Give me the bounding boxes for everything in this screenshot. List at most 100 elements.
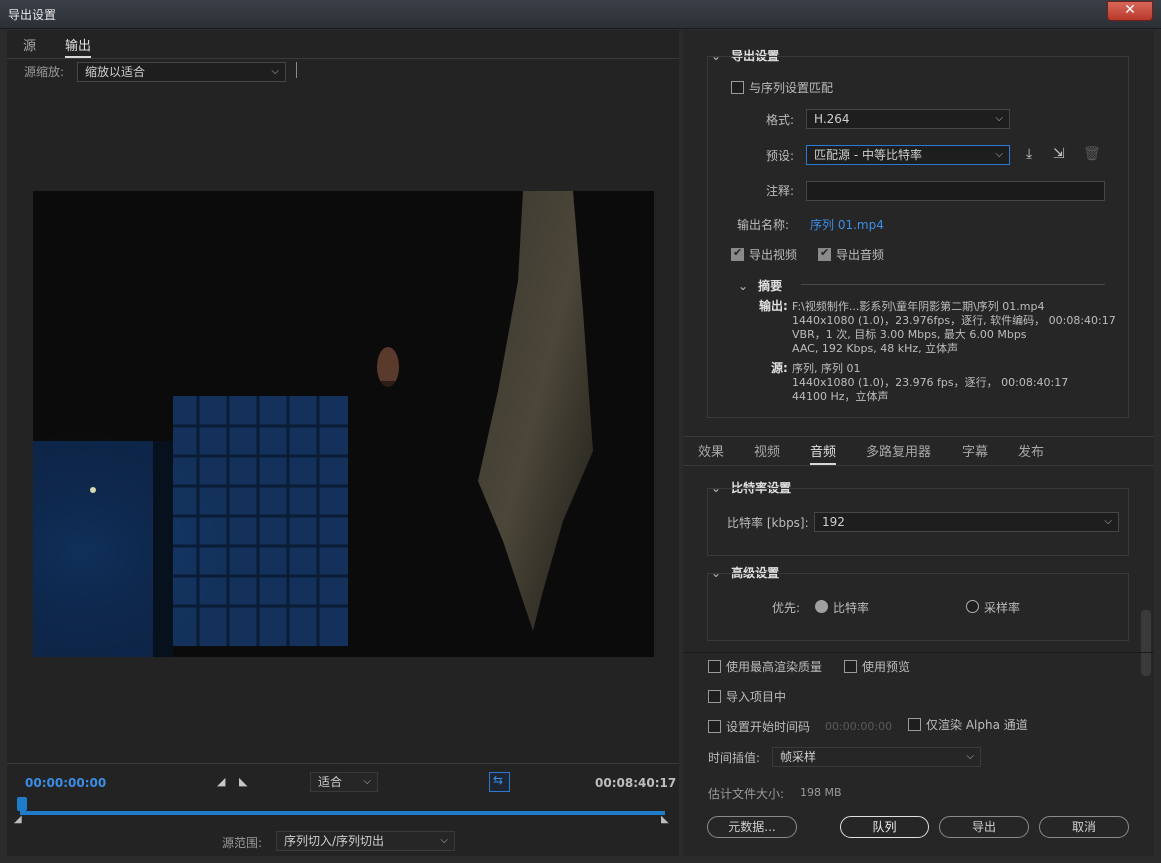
summary-output-line: AAC, 192 Kbps, 48 kHz, 立体声 (792, 342, 959, 355)
tab-multiplexer[interactable]: 多路复用器 (866, 441, 931, 460)
advanced-box (707, 573, 1129, 641)
chevron-down-icon: ⌄ (738, 279, 749, 293)
set-start-timecode-label: 设置开始时间码 (726, 720, 811, 734)
aspect-icon: ⇆ (493, 773, 504, 787)
tab-source[interactable]: 源 (23, 35, 36, 54)
priority-bitrate-label: 比特率 (833, 601, 870, 615)
max-render-quality-label: 使用最高渲染质量 (726, 660, 823, 674)
in-point-handle-icon[interactable]: ◢ (14, 814, 22, 825)
timecode-current[interactable]: 00:00:00:00 (25, 776, 106, 790)
playhead-handle[interactable] (17, 797, 27, 811)
video-frame-image (33, 191, 654, 657)
summary-source-key: 源: (771, 361, 788, 375)
timeline: 00:00:00:00 ◢ ◣ 适合 ⌵ ⇆ 00:08:40:17 ◢ ◣ 源… (7, 763, 679, 856)
preset-dropdown[interactable]: 匹配源 - 中等比特率 ⌵ (806, 145, 1010, 165)
estimated-size-value: 198 MB (800, 786, 842, 799)
chevron-down-icon: ⌵ (995, 149, 1003, 160)
chevron-down-icon: ⌵ (363, 776, 371, 787)
tab-captions[interactable]: 字幕 (962, 441, 988, 460)
format-dropdown[interactable]: H.264 ⌵ (806, 109, 1010, 129)
summary-heading[interactable]: ⌄ 摘要 (738, 277, 782, 294)
window-title: 导出设置 (8, 8, 57, 22)
use-previews-label: 使用预览 (862, 660, 911, 674)
preview-panel: 源 输出 源缩放: 缩放以适合 ⌵ 00:00:00:00 ◢ ◣ 适合 ⌵ ⇆… (7, 30, 679, 856)
bottom-divider (683, 652, 1154, 653)
source-range-value: 序列切入/序列切出 (284, 834, 385, 848)
summary-title: 摘要 (758, 279, 783, 293)
mark-out-icon[interactable]: ◣ (239, 775, 247, 788)
set-start-timecode-checkbox[interactable] (708, 720, 721, 733)
time-interpolation-label: 时间插值: (708, 751, 761, 765)
priority-bitrate-radio[interactable] (815, 600, 828, 613)
time-interpolation-dropdown[interactable]: 帧采样 ⌵ (772, 747, 981, 767)
fit-dropdown[interactable]: 适合 ⌵ (310, 772, 378, 792)
chevron-down-icon: ⌵ (966, 751, 974, 762)
cancel-button[interactable]: 取消 (1039, 816, 1129, 838)
time-interpolation-value: 帧采样 (780, 750, 817, 764)
source-scale-label: 源缩放: (24, 65, 65, 79)
video-preview (33, 191, 654, 657)
summary-source-line: 44100 Hz，立体声 (792, 390, 889, 403)
fit-value: 适合 (318, 775, 343, 789)
preset-value: 匹配源 - 中等比特率 (814, 148, 922, 162)
settings-scrollbar[interactable] (1141, 610, 1151, 676)
metadata-button[interactable]: 元数据... (707, 816, 797, 838)
match-sequence-checkbox[interactable] (731, 81, 744, 94)
import-into-project-label: 导入项目中 (726, 690, 787, 704)
export-audio-checkbox[interactable] (818, 246, 831, 261)
divider (296, 62, 297, 78)
import-preset-icon[interactable]: ⇲ (1053, 146, 1065, 162)
chevron-down-icon: ⌵ (440, 835, 448, 846)
summary-output-key: 输出: (759, 299, 788, 313)
close-icon: ✕ (1124, 2, 1136, 18)
estimated-size-label: 估计文件大小: (708, 787, 785, 801)
export-video-label: 导出视频 (749, 248, 798, 262)
source-scale-dropdown[interactable]: 缩放以适合 ⌵ (77, 62, 286, 82)
chevron-down-icon: ⌵ (1104, 516, 1112, 527)
output-name-link[interactable]: 序列 01.mp4 (810, 216, 884, 233)
tab-audio[interactable]: 音频 (810, 441, 837, 465)
start-timecode-value: 00:00:00:00 (825, 720, 893, 733)
chevron-down-icon: ⌵ (271, 66, 279, 77)
tab-publish[interactable]: 发布 (1018, 441, 1044, 460)
settings-panel: ⌄ 导出设置 与序列设置匹配 格式: H.264 ⌵ 预设: 匹配源 - 中等比特… (683, 30, 1154, 856)
source-range-label: 源范围: (222, 836, 263, 850)
preset-label: 预设: (766, 149, 795, 163)
timecode-duration: 00:08:40:17 (595, 776, 677, 790)
tab-effects[interactable]: 效果 (698, 441, 724, 460)
tab-output[interactable]: 输出 (65, 35, 92, 58)
format-label: 格式: (766, 113, 795, 127)
max-render-quality-checkbox[interactable] (708, 660, 721, 673)
match-sequence-label: 与序列设置匹配 (749, 81, 834, 95)
save-preset-icon[interactable]: ⤓ (1026, 146, 1032, 162)
use-previews-checkbox[interactable] (844, 660, 857, 673)
export-button[interactable]: 导出 (939, 816, 1029, 838)
queue-button[interactable]: 队列 (840, 816, 929, 838)
bitrate-dropdown[interactable]: 192 ⌵ (814, 512, 1119, 532)
summary-divider (801, 284, 1105, 285)
source-scale-value: 缩放以适合 (85, 65, 146, 79)
source-range-dropdown[interactable]: 序列切入/序列切出 ⌵ (276, 831, 455, 851)
export-audio-label: 导出音频 (836, 248, 885, 262)
timeline-track[interactable] (20, 811, 665, 815)
priority-label: 优先: (772, 601, 801, 615)
bitrate-label: 比特率 [kbps]: (727, 516, 809, 530)
priority-sample-rate-radio[interactable] (966, 600, 979, 613)
close-button[interactable]: ✕ (1107, 1, 1153, 21)
title-bar: 导出设置 ✕ (0, 0, 1161, 29)
comment-input[interactable] (806, 181, 1105, 201)
import-into-project-checkbox[interactable] (708, 690, 721, 703)
output-name-label: 输出名称: (737, 218, 790, 232)
render-alpha-only-label: 仅渲染 Alpha 通道 (926, 718, 1028, 732)
tab-video[interactable]: 视频 (754, 441, 780, 460)
chevron-down-icon: ⌵ (995, 113, 1003, 124)
render-alpha-only-checkbox[interactable] (908, 718, 921, 731)
out-point-handle-icon[interactable]: ◣ (661, 814, 669, 825)
comment-label: 注释: (766, 184, 795, 198)
mark-in-icon[interactable]: ◢ (217, 775, 225, 788)
priority-sample-rate-label: 采样率 (984, 601, 1021, 615)
delete-preset-icon[interactable]: 🗑 (1083, 146, 1101, 162)
aspect-correction-toggle[interactable]: ⇆ (489, 772, 510, 792)
source-scale-row: 源缩放: 缩放以适合 ⌵ (7, 58, 679, 82)
export-video-checkbox[interactable] (731, 246, 744, 261)
